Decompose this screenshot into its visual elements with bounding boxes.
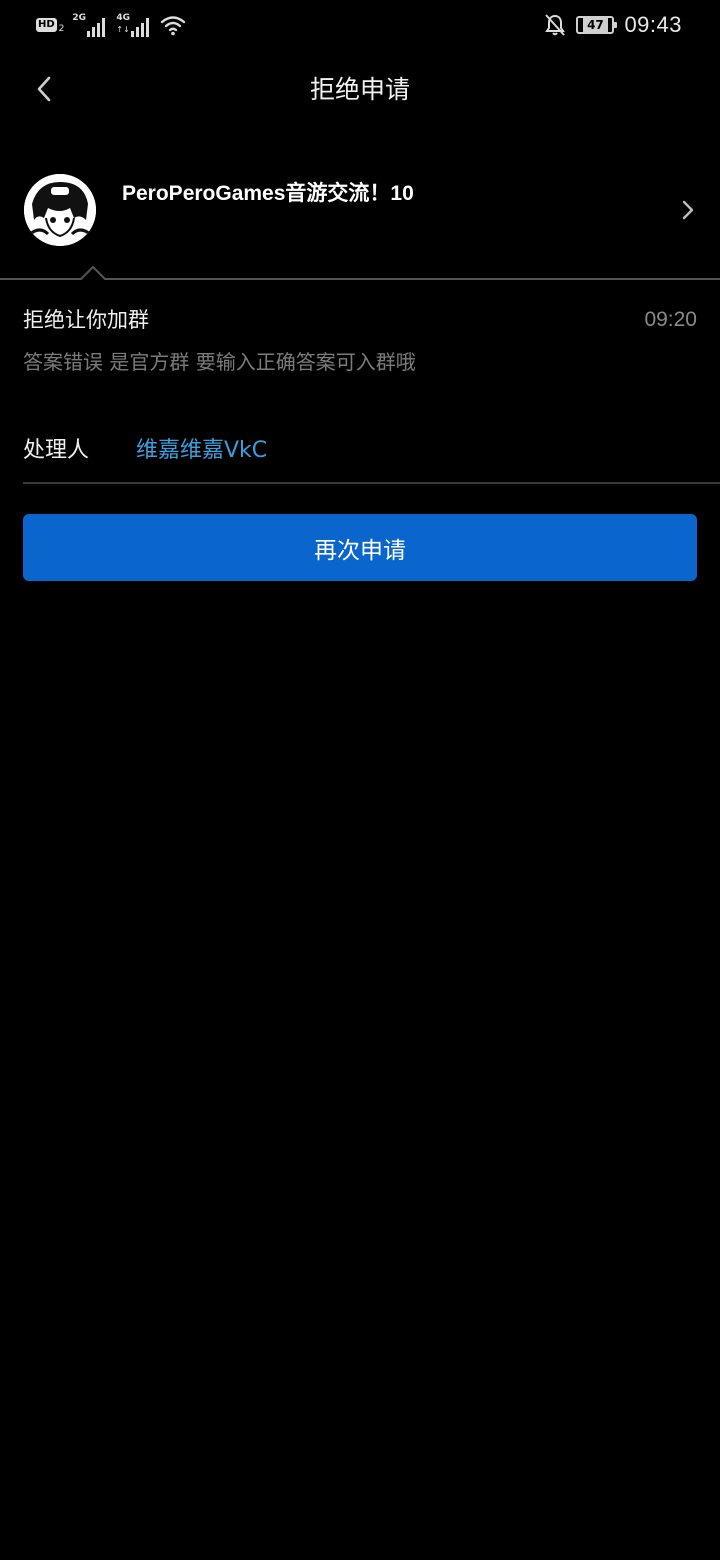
status-bar: HD 2 2G 4G ↑↓ 47 09:43 (0, 0, 720, 50)
battery-icon: 47 (576, 16, 618, 34)
status-bar-left: HD 2 2G 4G ↑↓ (36, 12, 186, 38)
title-bar: 拒绝申请 (0, 55, 720, 125)
hd-voice-sub: 2 (58, 24, 65, 34)
bell-off-icon (545, 14, 566, 36)
section-divider (0, 265, 720, 280)
status-time: 09:43 (624, 12, 682, 37)
handler-name-link[interactable]: 维嘉维嘉VkC (136, 435, 267, 467)
hd-voice-icon: HD (36, 18, 57, 32)
reapply-button[interactable]: 再次申请 (23, 514, 697, 581)
rejection-time: 09:20 (644, 308, 697, 331)
group-name: PeroPeroGames音游交流！10 (122, 182, 414, 205)
chevron-right-icon (682, 200, 694, 220)
page-title: 拒绝申请 (309, 75, 410, 104)
wifi-icon (161, 16, 186, 36)
signal-icon-sim2: 4G ↑↓ (116, 13, 152, 37)
battery-level: 47 (583, 18, 608, 32)
handler-label: 处理人 (23, 438, 90, 463)
group-info-row[interactable]: PeroPeroGames音游交流！10 (0, 160, 720, 280)
handler-divider (23, 482, 720, 484)
rejection-reason-text: 答案错误 是官方群 要输入正确答案可入群哦 (23, 350, 416, 374)
status-bar-right: 47 09:43 (544, 12, 682, 38)
group-avatar[interactable] (24, 174, 96, 246)
rejection-title: 拒绝让你加群 (23, 308, 149, 332)
signal-icon-sim1: 2G (72, 13, 108, 37)
